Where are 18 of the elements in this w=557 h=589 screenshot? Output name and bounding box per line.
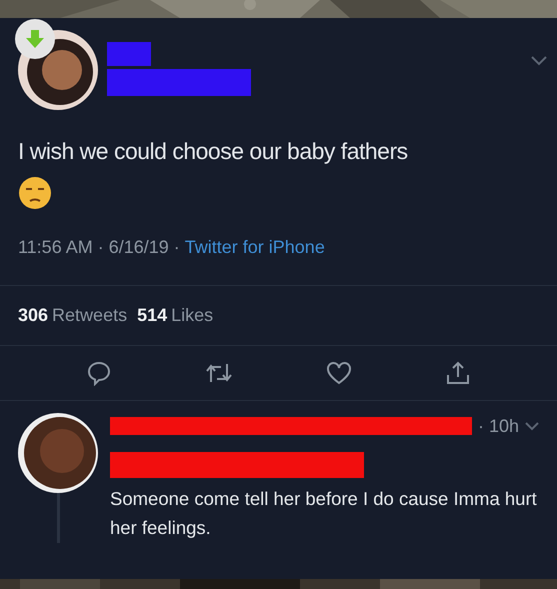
share-icon[interactable]	[444, 360, 471, 386]
stat-count: 514	[137, 304, 168, 327]
redaction-bar	[107, 42, 151, 66]
reply-time: · 10h	[478, 414, 520, 438]
timestamp: 11:56 AM · 6/16/19 ·	[18, 236, 180, 259]
chevron-icon[interactable]	[531, 56, 547, 66]
stat-label: Likes	[171, 304, 214, 327]
download-icon	[25, 29, 45, 49]
download-button[interactable]	[15, 19, 55, 59]
reply-text: Someone come tell her before I do cause Imma hurt her feelings.	[110, 486, 538, 540]
reply-icon[interactable]	[86, 360, 112, 386]
chevron-icon[interactable]	[525, 422, 540, 431]
unamused-face-icon	[18, 176, 52, 210]
tweet-text: I wish we could choose our baby fathers	[17, 137, 409, 166]
source-link[interactable]: Twitter for iPhone	[184, 234, 325, 261]
stat-count: 306	[18, 304, 48, 327]
stat-label: Retweets	[52, 304, 128, 327]
like-icon[interactable]	[326, 360, 352, 386]
